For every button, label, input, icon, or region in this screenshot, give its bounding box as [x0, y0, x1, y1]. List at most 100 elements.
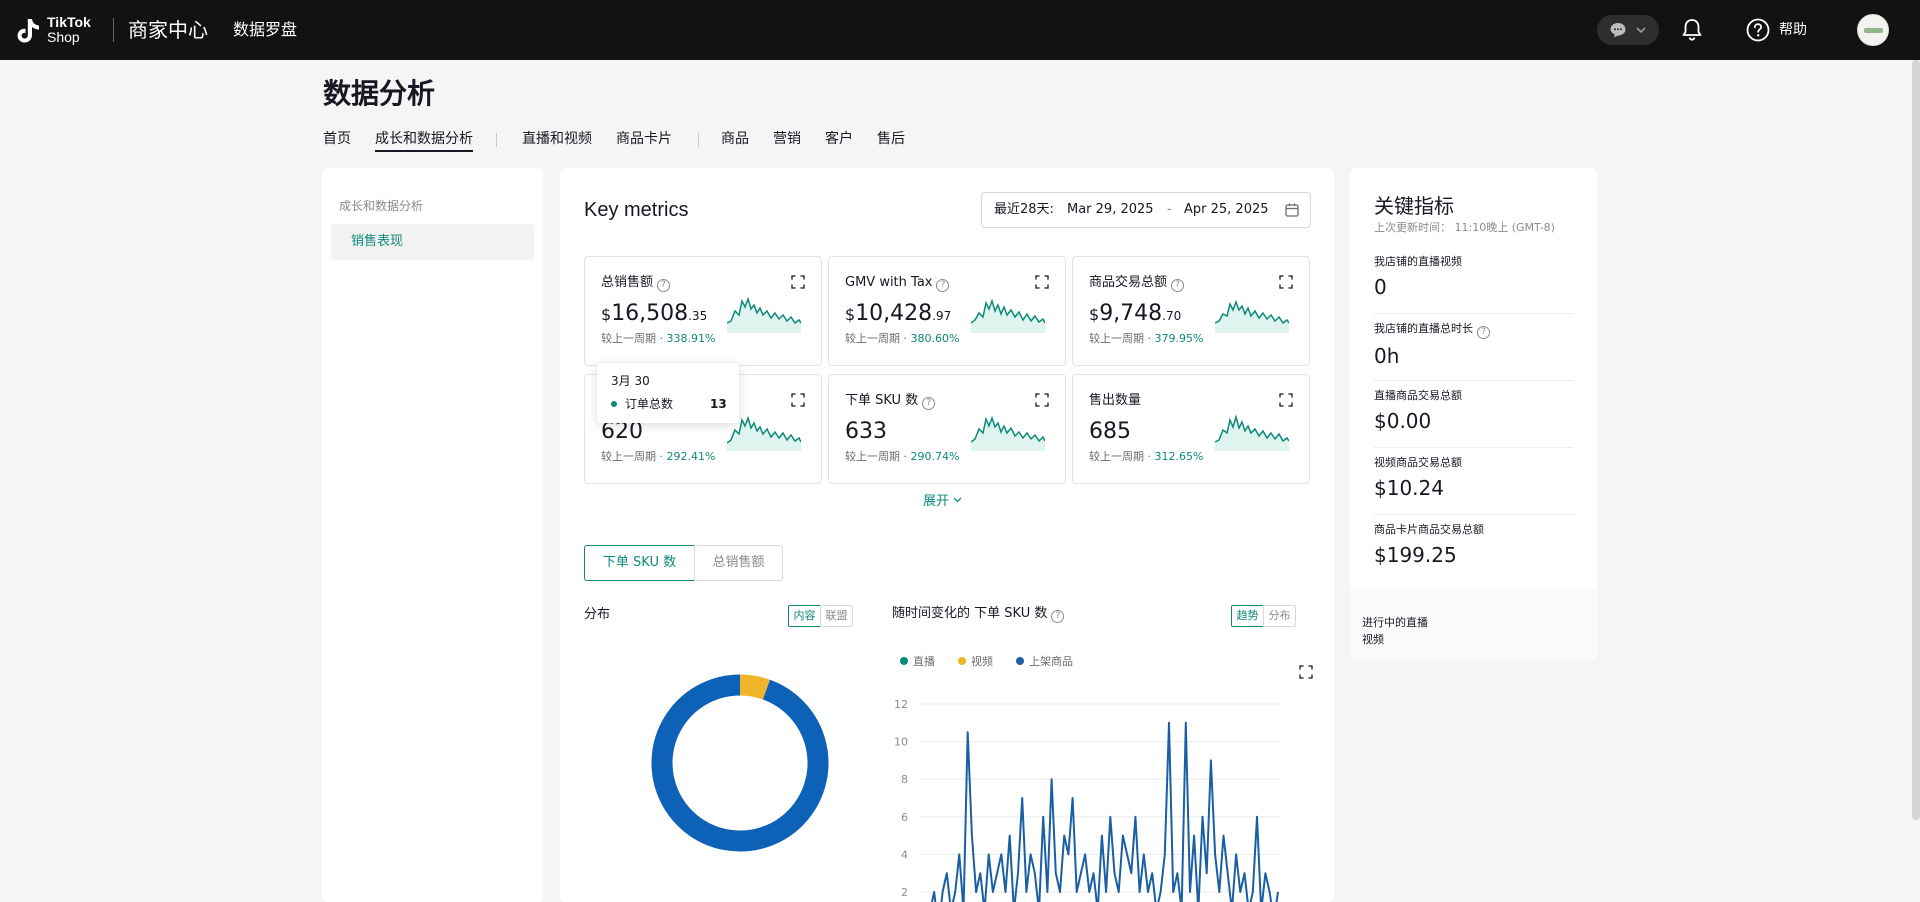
metric-comparison: 较上一周期 · 290.74%: [845, 450, 960, 463]
key-metrics-title: Key metrics: [584, 199, 689, 221]
expand-icon[interactable]: [1279, 393, 1293, 407]
indicator-value: 0h: [1374, 344, 1400, 368]
expand-icon[interactable]: [1299, 665, 1313, 679]
notification-bell-icon[interactable]: [1679, 17, 1705, 43]
data-compass-title[interactable]: 数据罗盘: [233, 19, 297, 41]
metric-label: 售出数量: [1089, 393, 1142, 408]
indicator-live-gmv: 直播商品交易总额 $0.00: [1374, 388, 1574, 435]
info-icon[interactable]: ?: [657, 279, 671, 292]
trend-chart-title: 随时间变化的 下单 SKU 数?: [892, 605, 1065, 623]
info-icon[interactable]: ?: [1171, 279, 1185, 292]
toggle-total-sales[interactable]: 总销售额: [694, 545, 783, 581]
info-icon[interactable]: ?: [922, 397, 936, 410]
ongoing-live-section: 进行中的直播视频: [1350, 588, 1597, 660]
indicator-value: $199.25: [1374, 543, 1457, 567]
calendar-icon: [1285, 203, 1299, 217]
y-tick-label: 10: [894, 736, 908, 749]
page-scrollbar[interactable]: [1912, 60, 1920, 820]
indicator-value: $10.24: [1374, 476, 1444, 500]
indicator-value: 0: [1374, 275, 1387, 299]
chat-bubble-icon: [1610, 23, 1626, 38]
donut-slice-0[interactable]: [739, 674, 770, 700]
seller-center-title[interactable]: 商家中心: [128, 17, 208, 43]
toggle-sku-orders[interactable]: 下单 SKU 数: [584, 545, 695, 581]
tooltip-value: 13: [710, 397, 727, 411]
indicator-live-videos: 我店铺的直播视频 0: [1374, 254, 1574, 301]
metric-value: $9,748.70: [1089, 301, 1182, 326]
indicator-label: 我店铺的直播视频: [1374, 255, 1462, 268]
metric-card-gmv[interactable]: 商品交易总额? $9,748.70 较上一周期 · 379.95%: [1072, 256, 1310, 366]
series-line-2[interactable]: [930, 721, 1279, 902]
tiktok-logo-icon: [17, 19, 39, 43]
indicator-label: 视频商品交易总额: [1374, 456, 1462, 469]
metric-comparison: 较上一周期 · 312.65%: [1089, 450, 1204, 463]
y-tick-label: 12: [894, 698, 908, 711]
donut-slice-1[interactable]: [651, 674, 829, 852]
metric-card-sku-orders[interactable]: 下单 SKU 数? 633 较上一周期 · 290.74%: [828, 374, 1066, 484]
y-tick-label: 4: [901, 848, 908, 861]
legend-item-video[interactable]: 视频: [958, 654, 993, 670]
toggle-content[interactable]: 内容: [788, 605, 821, 627]
key-indicators-panel: 关键指标 上次更新时间： 11:10晚上 (GMT-8) 我店铺的直播视频 0 …: [1350, 168, 1597, 660]
tab-after-sales[interactable]: 售后: [877, 128, 905, 150]
topbar-divider: [113, 18, 114, 42]
indicator-video-gmv: 视频商品交易总额 $10.24: [1374, 455, 1574, 502]
metric-card-total-sales[interactable]: 总销售额? $16,508.35 较上一周期 · 338.91%: [584, 256, 822, 366]
tab-live-and-video[interactable]: 直播和视频: [522, 128, 592, 150]
legend-item-live[interactable]: 直播: [900, 654, 935, 670]
tab-growth-analysis[interactable]: 成长和数据分析: [375, 128, 473, 152]
divider: [1374, 313, 1574, 314]
indicator-product-card-gmv: 商品卡片商品交易总额 $199.25: [1374, 522, 1574, 569]
key-metrics-panel: Key metrics 最近28天: Mar 29, 2025 - Apr 25…: [560, 168, 1334, 902]
y-tick-label: 8: [901, 773, 908, 786]
expand-icon[interactable]: [1035, 275, 1049, 289]
user-avatar[interactable]: [1857, 14, 1889, 46]
metric-value: $16,508.35: [601, 301, 708, 326]
logo-shop-text: Shop: [47, 29, 80, 45]
expand-metrics-link[interactable]: 展开: [923, 493, 962, 511]
info-icon[interactable]: ?: [936, 279, 950, 292]
help-label[interactable]: 帮助: [1779, 21, 1807, 39]
date-range-picker[interactable]: 最近28天: Mar 29, 2025 - Apr 25, 2025: [981, 192, 1311, 228]
tab-products[interactable]: 商品: [721, 128, 749, 150]
expand-icon[interactable]: [791, 275, 805, 289]
divider: [1374, 380, 1574, 381]
tiktok-shop-logo[interactable]: TikTok Shop: [14, 14, 114, 46]
date-range-prefix: 最近28天:: [994, 202, 1054, 217]
last-updated-text: 上次更新时间： 11:10晚上 (GMT-8): [1374, 221, 1555, 234]
toggle-trend[interactable]: 趋势: [1231, 605, 1264, 627]
expand-icon[interactable]: [1035, 393, 1049, 407]
chevron-down-icon: [953, 497, 962, 503]
tooltip-series-dot: [611, 401, 617, 407]
toggle-affiliate[interactable]: 联盟: [820, 605, 853, 627]
metric-label: GMV with Tax?: [845, 274, 950, 292]
metric-value: 685: [1089, 419, 1131, 444]
metric-comparison: 较上一周期 · 338.91%: [601, 332, 716, 345]
messages-dropdown[interactable]: [1597, 15, 1659, 45]
toggle-distribution[interactable]: 分布: [1263, 605, 1296, 627]
tab-marketing[interactable]: 营销: [773, 128, 801, 150]
metric-card-gmv-with-tax[interactable]: GMV with Tax? $10,428.97 较上一周期 · 380.60%: [828, 256, 1066, 366]
chevron-down-icon: [1636, 27, 1646, 34]
date-range-separator: -: [1167, 202, 1172, 217]
page-title: 数据分析: [323, 77, 436, 110]
divider: [1374, 447, 1574, 448]
indicator-label: 我店铺的直播总时长?: [1374, 321, 1574, 339]
tab-product-card[interactable]: 商品卡片: [616, 128, 672, 150]
metric-label: 商品交易总额?: [1089, 274, 1185, 292]
metric-sparkline: [1215, 414, 1289, 451]
legend-item-listing[interactable]: 上架商品: [1016, 654, 1073, 670]
nav-item-sales-performance[interactable]: 销售表现: [331, 224, 534, 260]
info-icon[interactable]: ?: [1051, 610, 1065, 623]
tab-customers[interactable]: 客户: [825, 128, 853, 150]
metric-comparison: 较上一周期 · 292.41%: [601, 450, 716, 463]
help-icon[interactable]: [1745, 17, 1771, 43]
tab-divider: [496, 133, 497, 147]
tab-divider: [698, 133, 699, 147]
tab-home[interactable]: 首页: [323, 128, 351, 150]
expand-icon[interactable]: [1279, 275, 1293, 289]
metric-card-units-sold[interactable]: 售出数量 685 较上一周期 · 312.65%: [1072, 374, 1310, 484]
expand-icon[interactable]: [791, 393, 805, 407]
top-navigation-bar: TikTok Shop 商家中心 数据罗盘 帮助: [0, 0, 1920, 60]
info-icon[interactable]: ?: [1477, 326, 1490, 339]
